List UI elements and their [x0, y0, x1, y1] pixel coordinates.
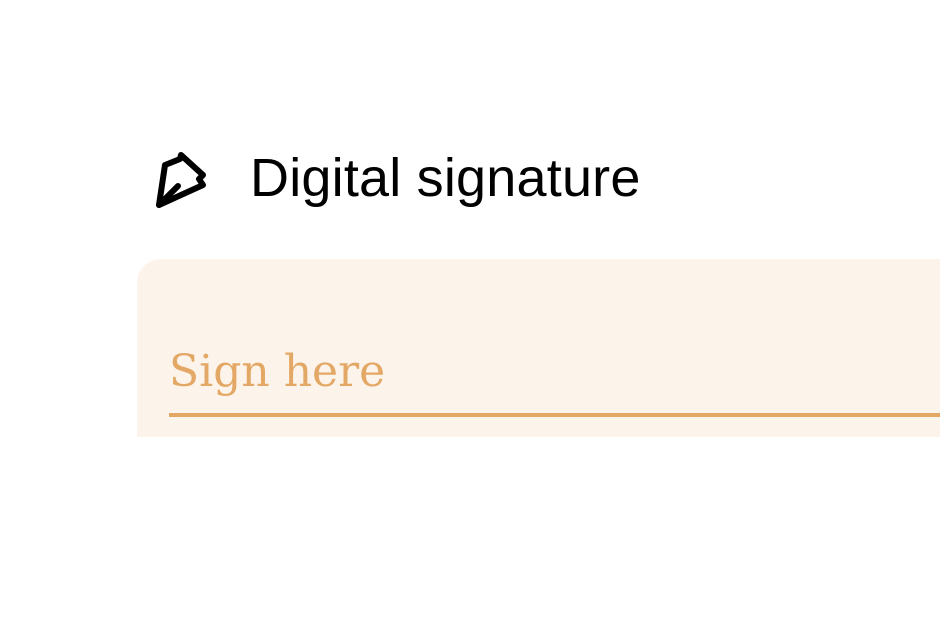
pen-nib-icon: [156, 152, 206, 208]
signature-header: Digital signature: [150, 140, 641, 216]
signature-input[interactable]: [169, 329, 940, 417]
signature-page: Digital signature: [0, 0, 940, 636]
page-title: Digital signature: [250, 148, 641, 208]
signature-panel: [137, 259, 940, 437]
